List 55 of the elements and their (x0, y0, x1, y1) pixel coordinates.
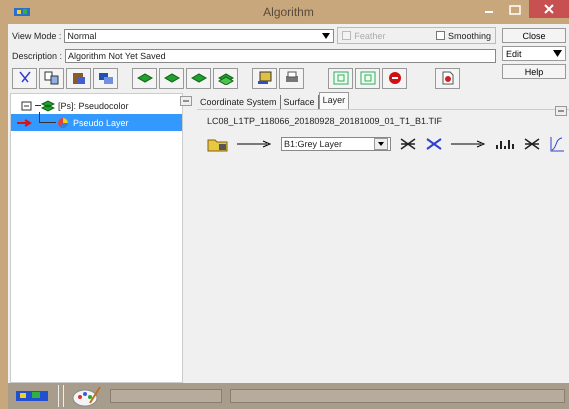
layer-stack-button[interactable] (213, 68, 238, 88)
dropdown-arrow-icon (553, 50, 562, 57)
paste-button[interactable] (66, 68, 91, 88)
copy-icon (44, 71, 60, 85)
curve-icon[interactable] (549, 136, 565, 152)
document-icon (440, 71, 456, 85)
printer-button[interactable] (279, 68, 304, 88)
frame-icon (360, 71, 376, 85)
edit-menu-button[interactable]: Edit (502, 46, 566, 61)
map-icon[interactable] (14, 388, 50, 404)
document-button[interactable] (435, 68, 460, 88)
frame-icon (332, 71, 348, 85)
view-mode-select[interactable]: Normal (64, 28, 334, 42)
frame-button[interactable] (328, 68, 353, 88)
layer-button[interactable] (132, 68, 157, 88)
layers-icon (41, 100, 55, 112)
checkbox-option[interactable]: Smoothing (436, 30, 491, 40)
layer-stack-icon (218, 71, 234, 85)
horizontal-scrollbar[interactable] (110, 389, 222, 403)
app-icon (14, 7, 30, 17)
description-label: Description : (12, 50, 62, 60)
frame-button[interactable] (355, 68, 380, 88)
file-name: LC08_L1TP_118066_20180928_20181009_01_T1_B1.TIF (207, 116, 444, 126)
layers-button[interactable] (93, 68, 118, 88)
layer-icon (190, 71, 206, 85)
layer-select[interactable]: B1:Grey Layer (281, 137, 391, 151)
layers-icon (98, 71, 114, 85)
color-wheel-icon (56, 116, 70, 128)
arrow-icon (237, 140, 273, 148)
palette-icon[interactable] (72, 385, 102, 407)
view-mode-label: View Mode : (12, 30, 62, 40)
bar-graph-icon[interactable] (495, 137, 515, 151)
monitor-icon (256, 71, 272, 85)
close-icon[interactable] (529, 0, 569, 18)
layer-icon (164, 71, 180, 85)
side-button[interactable]: Close (502, 28, 566, 43)
layer-button[interactable] (159, 68, 184, 88)
stop-icon (386, 71, 402, 85)
layer-button[interactable] (186, 68, 211, 88)
arrow-icon (451, 140, 487, 148)
checkbox-icon[interactable] (436, 31, 445, 40)
tree-item[interactable]: [Ps]: Pseudocolor (11, 97, 182, 114)
layer-icon (136, 71, 152, 85)
paste-icon (70, 71, 86, 85)
dropdown-arrow-icon (321, 32, 332, 40)
tab[interactable]: Coordinate System (197, 95, 281, 109)
stop-button[interactable] (382, 68, 407, 88)
horizontal-scrollbar[interactable] (230, 389, 565, 403)
printer-icon (284, 71, 300, 85)
description-field[interactable]: Algorithm Not Yet Saved (65, 48, 496, 62)
tab[interactable]: Layer (318, 92, 350, 109)
monitor-button[interactable] (252, 68, 277, 88)
window-title: Algorithm (262, 5, 315, 19)
side-button[interactable]: Help (502, 64, 566, 79)
copy-button[interactable] (39, 68, 64, 88)
